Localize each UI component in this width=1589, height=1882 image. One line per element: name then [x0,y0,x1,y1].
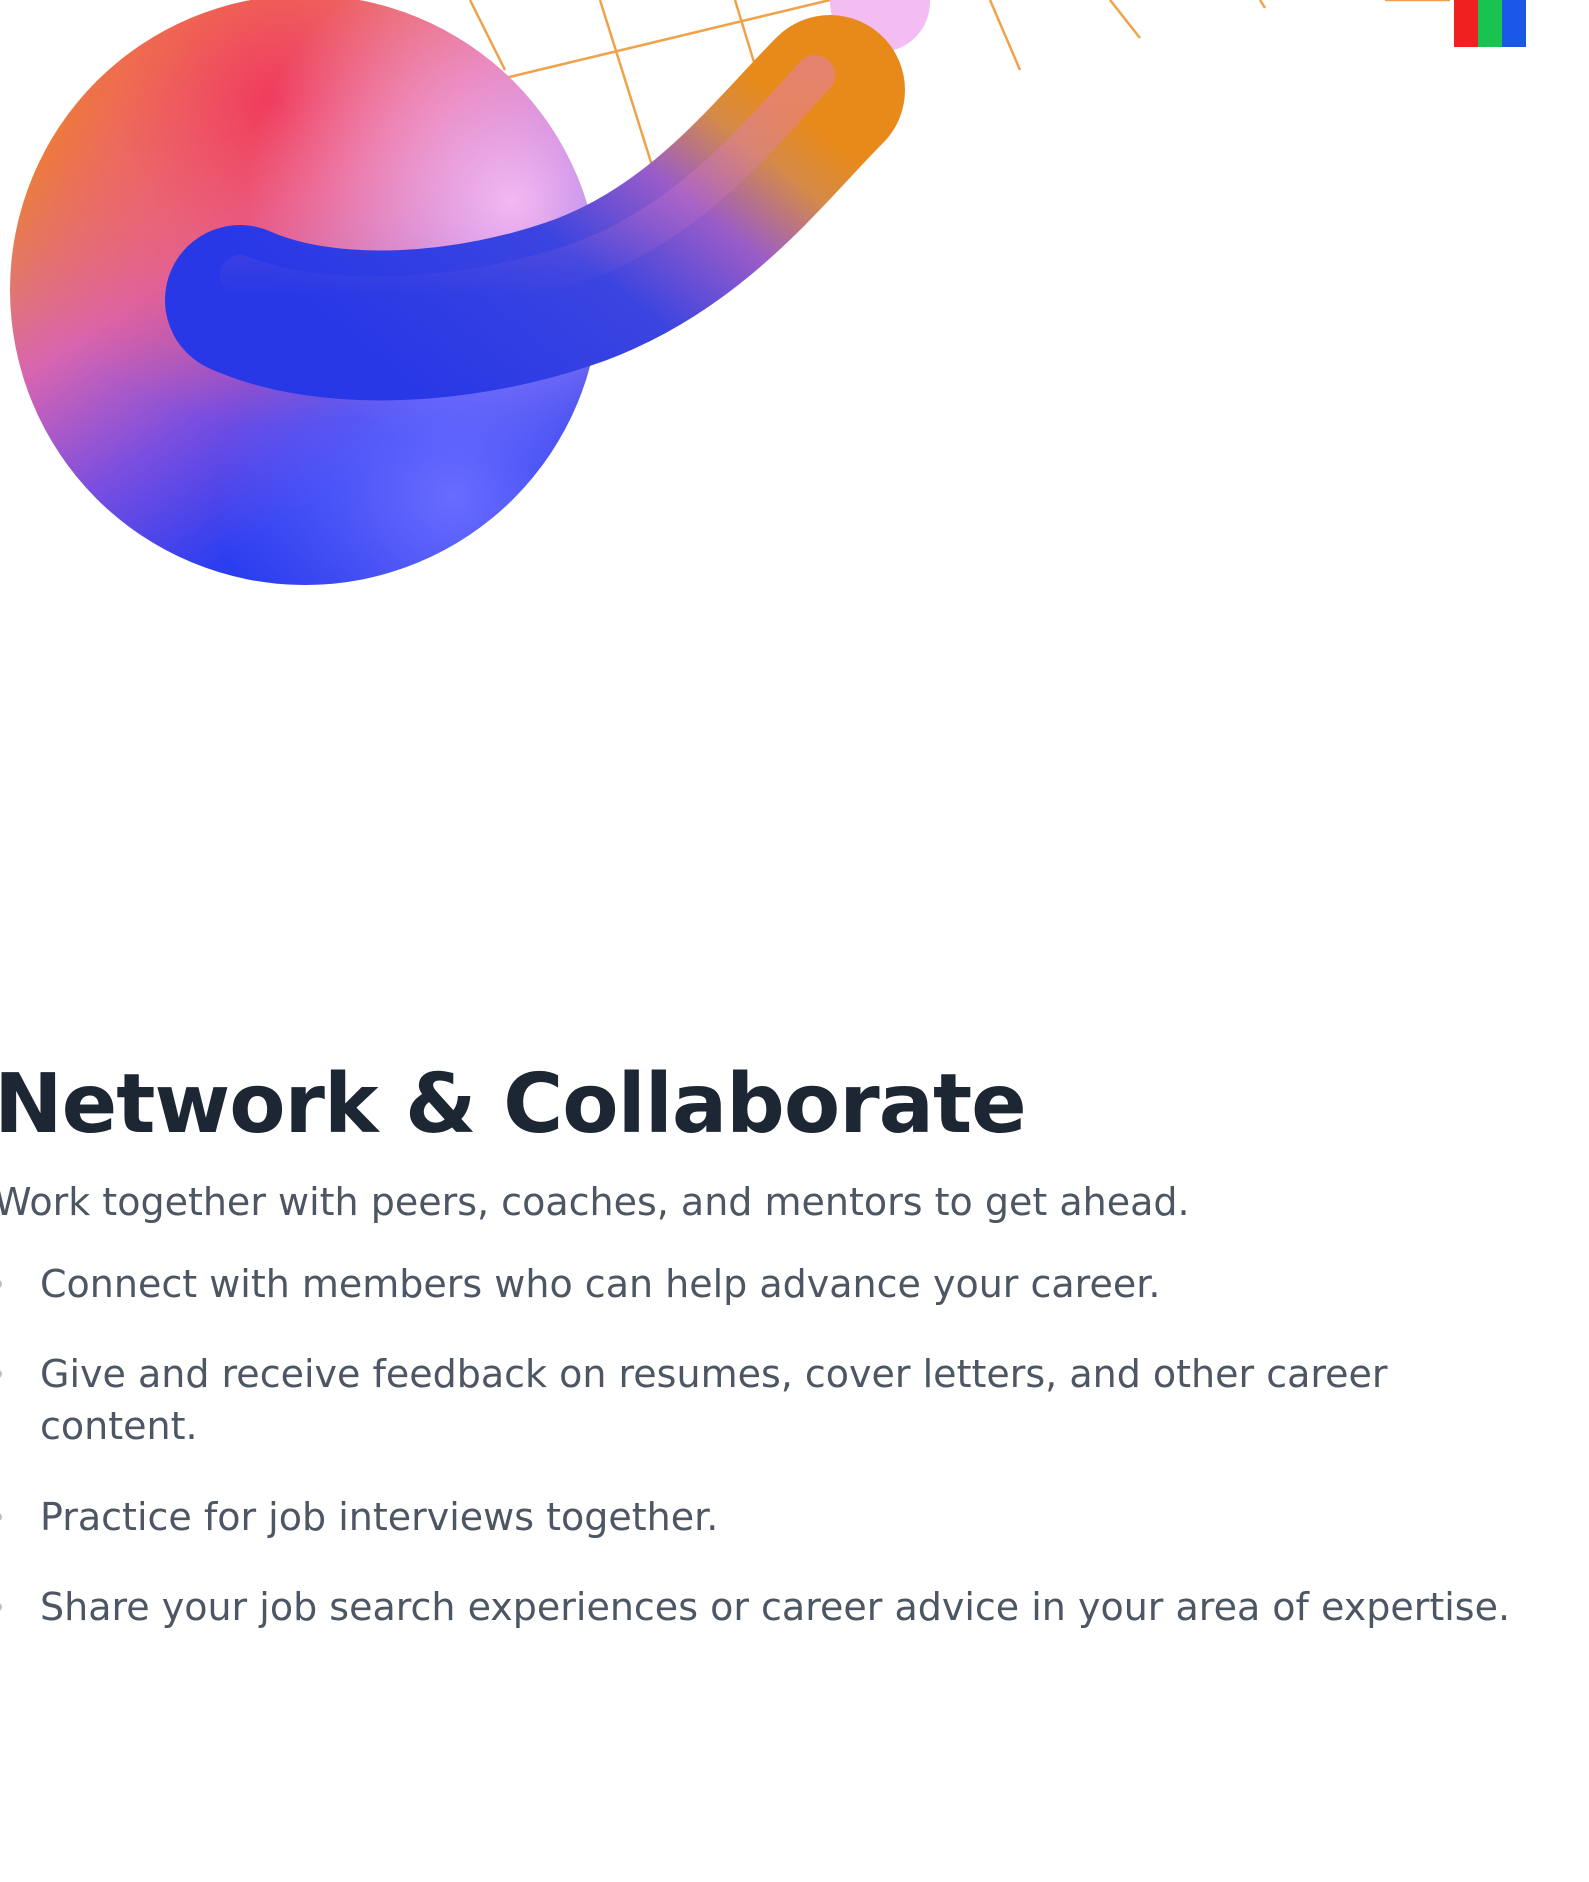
bullet-dot-icon [0,1512,2,1521]
list-item: Practice for job interviews together. [0,1491,1540,1543]
hero-svg [10,0,1526,585]
rgb-blocks [1454,0,1526,47]
feature-list: Connect with members who can help advanc… [0,1258,1574,1634]
bullet-dot-icon [0,1370,2,1379]
bullet-dot-icon [0,1279,2,1288]
list-item: Share your job search experiences or car… [0,1581,1540,1633]
hero-illustration [0,0,1589,620]
section-heading: Network & Collaborate [0,1057,1027,1152]
list-item-text: Give and receive feedback on resumes, co… [40,1352,1388,1449]
list-item: Connect with members who can help advanc… [0,1258,1540,1310]
bullet-dot-icon [0,1603,2,1612]
list-item-text: Share your job search experiences or car… [40,1585,1511,1630]
section-intro: Work together with peers, coaches, and m… [0,1180,1190,1225]
list-item: Give and receive feedback on resumes, co… [0,1348,1540,1453]
grid-lines [468,0,1450,181]
list-item-text: Practice for job interviews together. [40,1494,719,1539]
network-collaborate-section: Network & Collaborate Work together with… [0,1057,1574,1672]
list-item-text: Connect with members who can help advanc… [40,1261,1161,1306]
